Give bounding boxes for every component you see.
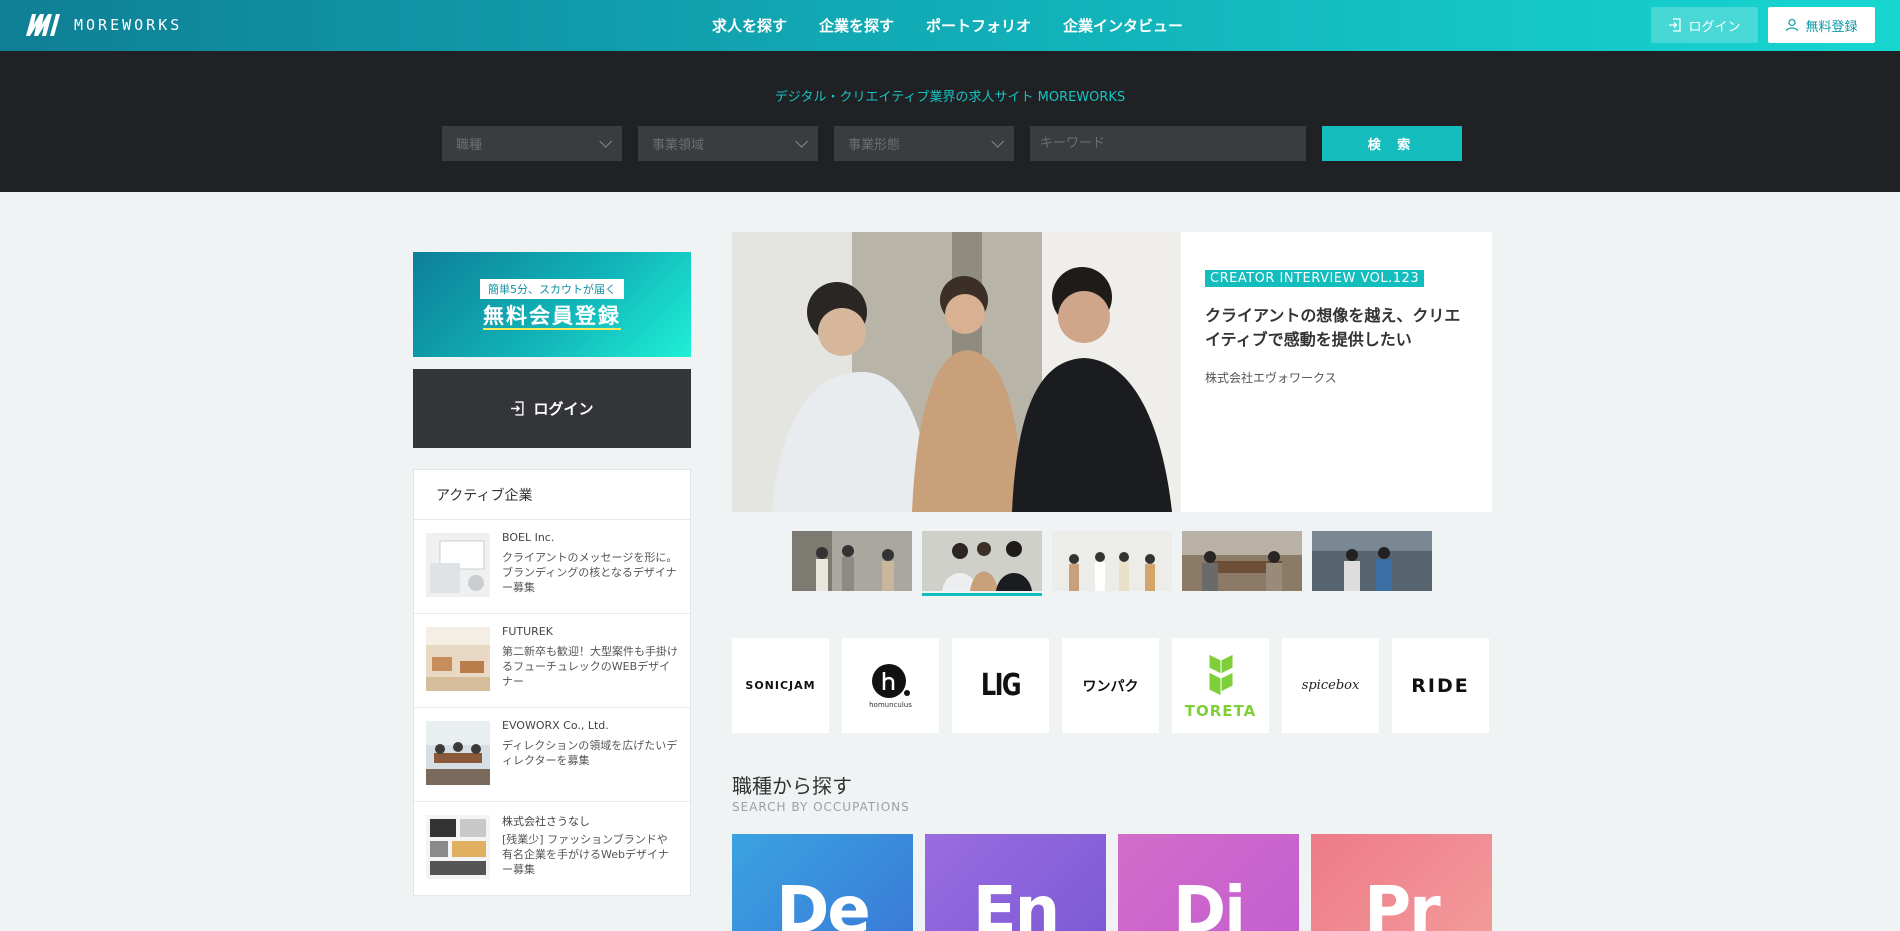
chevron-down-icon [599, 135, 612, 148]
company-thumbnail [426, 815, 490, 879]
company-name: 株式会社さうなし [502, 815, 590, 828]
company-item-boel[interactable]: BOEL Inc. クライアントのメッセージを形に。ブランディングの核となるデザ… [414, 520, 690, 614]
occupations-subtitle: SEARCH BY OCCUPATIONS [732, 800, 910, 814]
domain-select[interactable]: 事業領域 [638, 126, 818, 161]
company-logo-sonicjam[interactable]: SONICJAM [732, 638, 829, 733]
nav-jobs[interactable]: 求人を探す [712, 15, 787, 36]
active-companies-title: アクティブ企業 [414, 470, 690, 520]
company-thumbnail [426, 627, 490, 691]
user-icon [1786, 18, 1799, 32]
active-companies-panel: アクティブ企業 BOEL Inc. クライアントのメッセージを形に。ブランディン… [413, 469, 691, 896]
nav-interviews[interactable]: 企業インタビュー [1063, 15, 1183, 36]
company-item-futurek[interactable]: FUTUREK 第二新卒も歓迎！大型案件も手掛けるフューチュレックのWEBデザイ… [414, 614, 690, 708]
top-header: MOREWORKS 求人を探す 企業を探す ポートフォリオ 企業インタビュー ロ… [0, 0, 1900, 51]
header-register-label: 無料登録 [1805, 19, 1858, 35]
occupation-select-value: 職種 [456, 138, 483, 153]
feature-interview-card[interactable]: CREATOR INTERVIEW VOL.123 クライアントの想像を越え、ク… [1181, 232, 1492, 512]
sidebar-login-label: ログイン [533, 400, 594, 418]
search-band: デジタル・クリエイティブ業界の求人サイト MOREWORKS 職種 事業領域 事… [0, 51, 1900, 192]
interview-thumbnail[interactable] [792, 531, 912, 591]
company-description: クライアントのメッセージを形に。ブランディングの核となるデザイナー募集 [502, 551, 678, 594]
search-button[interactable]: 検 索 [1322, 126, 1462, 161]
interview-company: 株式会社エヴォワークス [1205, 371, 1337, 385]
company-description: [残業少] ファッションブランドや有名企業を手がけるWebデザイナー募集 [502, 833, 669, 876]
occupation-tile-letters: En [972, 874, 1060, 931]
toreta-logo-icon [1208, 652, 1233, 697]
logo-text: MOREWORKS [74, 16, 183, 34]
header-login-button[interactable]: ログイン [1651, 7, 1758, 43]
occupations-title: 職種から探す [732, 774, 852, 798]
feature-interview-photo[interactable] [732, 232, 1181, 512]
occupation-tile-de[interactable]: De [732, 834, 913, 931]
nav-companies[interactable]: 企業を探す [819, 15, 894, 36]
site-tagline: デジタル・クリエイティブ業界の求人サイト MOREWORKS [774, 90, 1126, 105]
occupation-select[interactable]: 職種 [442, 126, 622, 161]
logo-homunculus: homunculus [869, 700, 912, 709]
occupation-tile-en[interactable]: En [925, 834, 1106, 931]
header-login-label: ログイン [1688, 19, 1741, 35]
company-item-saunashi[interactable]: 株式会社さうなし [残業少] ファッションブランドや有名企業を手がけるWebデザ… [414, 802, 690, 896]
company-name: FUTUREK [502, 625, 553, 638]
company-logo-toreta[interactable]: TORETA [1172, 638, 1269, 733]
business-form-select[interactable]: 事業形態 [834, 126, 1014, 161]
company-thumbnail [426, 721, 490, 785]
moreworks-logo-icon [26, 14, 60, 36]
login-icon [1669, 18, 1682, 32]
company-logo-spicebox[interactable]: spicebox [1282, 638, 1379, 733]
nav-portfolio[interactable]: ポートフォリオ [926, 15, 1031, 36]
interview-thumbnail[interactable] [1052, 531, 1172, 591]
sidebar-login-button[interactable]: ログイン [413, 369, 691, 448]
occupation-tile-letters: De [776, 874, 871, 931]
logo-spicebox: spicebox [1301, 678, 1360, 693]
interview-thumbnail-active[interactable] [922, 531, 1042, 591]
interview-thumbnail[interactable] [1182, 531, 1302, 591]
register-pill: 簡単5分、スカウトが届く [480, 278, 624, 299]
occupation-tile-di[interactable]: Di [1118, 834, 1299, 931]
keyword-input[interactable] [1030, 126, 1306, 161]
interview-vol-badge: CREATOR INTERVIEW VOL.123 [1205, 270, 1425, 287]
interview-thumbnail[interactable] [1312, 531, 1432, 591]
active-thumbnail-indicator [922, 593, 1042, 596]
chevron-down-icon [991, 135, 1004, 148]
company-thumbnail [426, 533, 490, 597]
chevron-down-icon [795, 135, 808, 148]
login-icon [511, 401, 525, 416]
logo-toreta: TORETA [1184, 701, 1257, 720]
company-logo-ride[interactable]: RIDE [1392, 638, 1489, 733]
header-register-button[interactable]: 無料登録 [1768, 7, 1875, 43]
logo-ride: RIDE [1411, 674, 1470, 697]
free-register-banner[interactable]: 簡単5分、スカウトが届く 無料会員登録 [413, 252, 691, 357]
occupation-tile-letters: Di [1172, 874, 1246, 931]
site-logo[interactable]: MOREWORKS [24, 12, 182, 38]
company-name: BOEL Inc. [502, 531, 555, 544]
global-nav: 求人を探す 企業を探す ポートフォリオ 企業インタビュー [712, 0, 1183, 51]
company-logo-homunculus[interactable]: homunculus [842, 638, 939, 733]
logo-wanpaku: ワンパク [1082, 678, 1139, 695]
company-name: EVOWORX Co., Ltd. [502, 719, 609, 732]
company-description: 第二新卒も歓迎！大型案件も手掛けるフューチュレックのWEBデザイナー [502, 645, 678, 688]
register-banner-title: 無料会員登録 [483, 304, 621, 331]
company-item-evoworx[interactable]: EVOWORX Co., Ltd. ディレクションの領域を広げたいディレクターを… [414, 708, 690, 802]
company-logo-wanpaku[interactable]: ワンパク [1062, 638, 1159, 733]
interview-title: クライアントの想像を越え、クリエイティブで感動を提供したい [1205, 306, 1461, 349]
domain-select-value: 事業領域 [652, 138, 705, 153]
company-description: ディレクションの領域を広げたいディレクターを募集 [502, 739, 678, 767]
occupation-tile-letters: Pr [1364, 874, 1440, 931]
company-logo-lig[interactable]: LIG [952, 638, 1049, 733]
occupation-tile-pr[interactable]: Pr [1311, 834, 1492, 931]
logo-lig: LIG [980, 668, 1022, 703]
homunculus-logo-icon [871, 663, 910, 698]
logo-sonicjam: SONICJAM [745, 679, 816, 692]
business-form-select-value: 事業形態 [848, 138, 901, 153]
